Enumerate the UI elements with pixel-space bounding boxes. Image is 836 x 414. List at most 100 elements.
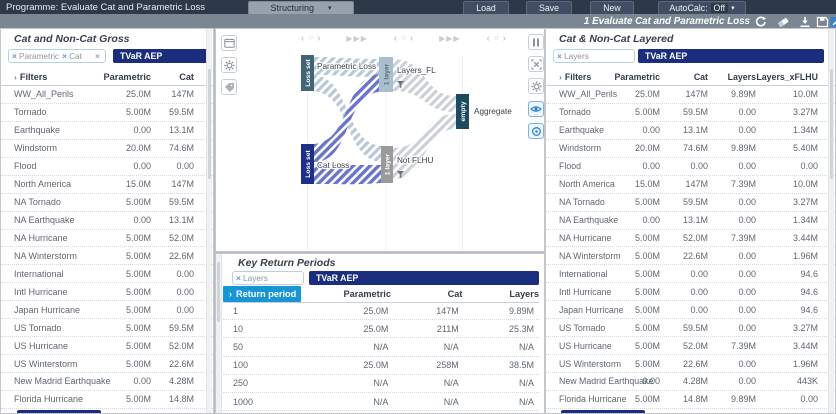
table-row[interactable]: NA Winterstorm 5.00M 22.6M <box>1 247 213 265</box>
table-row[interactable]: Windstorm 20.0M 74.6M <box>1 140 213 158</box>
vertical-scrollbar[interactable] <box>216 254 222 413</box>
partial-next-measure-header <box>17 410 101 414</box>
download-icon[interactable] <box>798 15 812 27</box>
autocalc-toggle[interactable]: AutoCalc: Off ▾ <box>658 1 746 15</box>
chip-layers[interactable]: × Layers <box>236 273 268 283</box>
chip-remove-icon[interactable]: × <box>12 51 17 61</box>
row-label: US Hurricane <box>546 341 593 351</box>
chip-remove-icon[interactable]: × <box>62 51 67 61</box>
table-row[interactable]: NA Hurricane 5.00M 52.0M <box>1 230 213 248</box>
table-row[interactable]: NA Earthquake 0.00 13.1M 0.00 1.34M <box>546 212 835 230</box>
row-value-parametric: 5.00M <box>71 251 151 261</box>
row-label: Flood <box>1 161 71 171</box>
table-row[interactable]: WW_All_Perils 25.0M 147M <box>1 86 213 104</box>
row-value-layers: N/A <box>459 342 534 352</box>
row-label: Tornado <box>546 107 593 117</box>
filter-chipbox[interactable]: × Parametric × Cat × <box>8 49 106 63</box>
table-row[interactable]: 10 25.0M 211M 25.3M <box>223 320 539 338</box>
measure-header[interactable]: TVaR AEP <box>113 49 208 63</box>
column-header-cat[interactable]: Cat <box>151 72 194 82</box>
table-row[interactable]: New Madrid Earthquake 0.00 4.28M 0.00 44… <box>546 373 835 391</box>
save-button[interactable]: Save <box>526 1 572 15</box>
filters-header[interactable]: ›Filters <box>1 72 71 82</box>
new-button[interactable]: New <box>590 1 634 15</box>
table-row[interactable]: US Hurricane 5.00M 52.0M <box>1 337 213 355</box>
row-label: US Winterstorm <box>1 359 71 369</box>
table-row[interactable]: 100 25.0M 258M 38.5M <box>223 357 539 375</box>
row-value-layers: 0.00 <box>708 161 756 171</box>
autocalc-value: Off <box>711 3 729 13</box>
chip-remove-icon[interactable]: × <box>236 273 241 283</box>
table-row[interactable]: Flood 0.00 0.00 0.00 0.00 <box>546 158 835 176</box>
measure-header[interactable]: TVaR AEP <box>309 271 539 285</box>
row-label: New Madrid Earthquake <box>546 376 593 386</box>
table-row[interactable]: NA Earthquake 0.00 13.1M <box>1 212 213 230</box>
filter-chipbox[interactable]: × Layers <box>232 271 304 285</box>
column-header-parametric[interactable]: Parametric <box>301 289 391 299</box>
table-row[interactable]: Japan Hurricane 5.00M 0.00 0.00 94.6 <box>546 301 835 319</box>
table-row[interactable]: New Madrid Earthquake 0.00 4.28M <box>1 373 213 391</box>
table-row[interactable]: NA Hurricane 5.00M 52.0M 7.39M 3.44M <box>546 230 835 248</box>
table-row[interactable]: 250 N/A N/A N/A <box>223 375 539 393</box>
table-row[interactable]: US Tornado 5.00M 59.5M 0.00 3.27M <box>546 319 835 337</box>
row-value-cat: 4.28M <box>151 376 194 386</box>
filters-header[interactable]: ›Filters <box>546 72 593 82</box>
table-row[interactable]: Tornado 5.00M 59.5M <box>1 104 213 122</box>
vertical-scrollbar[interactable] <box>828 29 834 413</box>
chips-clear-icon[interactable]: × <box>93 51 102 61</box>
column-header-cat[interactable]: Cat <box>391 289 463 299</box>
column-header-layers[interactable]: Layers <box>708 72 756 82</box>
measure-header[interactable]: TVaR AEP <box>638 49 824 63</box>
table-row[interactable]: Earthquake 0.00 13.1M <box>1 122 213 140</box>
row-value-parametric: 5.00M <box>71 233 151 243</box>
table-row[interactable]: International 5.00M 0.00 0.00 94.6 <box>546 265 835 283</box>
table-row[interactable]: NA Tornado 5.00M 59.5M 0.00 3.27M <box>546 194 835 212</box>
chip-parametric[interactable]: × Parametric <box>12 51 59 61</box>
chip-layers[interactable]: × Layers <box>557 51 589 61</box>
refresh-icon[interactable] <box>754 15 768 27</box>
table-row[interactable]: North America 15.0M 147M <box>1 176 213 194</box>
filter-chipbox[interactable]: × Layers <box>553 49 635 63</box>
table-row[interactable]: North America 15.0M 147M 7.39M 10.0M <box>546 176 835 194</box>
column-header-parametric[interactable]: Parametric <box>593 72 660 82</box>
table-row[interactable]: NA Winterstorm 5.00M 22.6M 0.00 1.96M <box>546 247 835 265</box>
eraser-icon[interactable] <box>776 15 790 27</box>
table-row[interactable]: 1000 N/A N/A N/A <box>223 393 539 411</box>
table-row[interactable]: US Winterstorm 5.00M 22.6M <box>1 355 213 373</box>
table-row[interactable]: International 5.00M 0.00 <box>1 265 213 283</box>
table-row[interactable]: 50 N/A N/A N/A <box>223 338 539 356</box>
table-row[interactable]: US Tornado 5.00M 59.5M <box>1 319 213 337</box>
vertical-scrollbar[interactable] <box>206 29 212 413</box>
row-value-parametric: 25.0M <box>299 306 388 316</box>
table-row[interactable]: Flood 0.00 0.00 <box>1 158 213 176</box>
column-header-cat[interactable]: Cat <box>660 72 708 82</box>
row-label: Japan Hurricane <box>1 305 71 315</box>
row-value-cat: 0.00 <box>660 161 708 171</box>
column-header-layers-xflhu[interactable]: Layers_xFLHU <box>756 72 818 82</box>
table-row[interactable]: Earthquake 0.00 13.1M 0.00 1.34M <box>546 122 835 140</box>
edit-icon[interactable] <box>829 15 836 27</box>
column-header-parametric[interactable]: Parametric <box>71 72 151 82</box>
table-row[interactable]: 1 25.0M 147M 9.89M <box>223 302 539 320</box>
table-row[interactable]: Japan Hurricane 5.00M 0.00 <box>1 301 213 319</box>
structuring-dropdown[interactable]: Structuring ▾ <box>248 1 354 15</box>
table-row[interactable]: Intl Hurricane 5.00M 0.00 0.00 94.6 <box>546 283 835 301</box>
return-period-header[interactable]: › Return period <box>223 286 301 302</box>
table-row[interactable]: US Winterstorm 5.00M 22.6M 0.00 1.96M <box>546 355 835 373</box>
load-button[interactable]: Load <box>463 1 509 15</box>
table-row[interactable]: Intl Hurricane 5.00M 0.00 <box>1 283 213 301</box>
chip-cat[interactable]: × Cat <box>62 51 82 61</box>
table-row[interactable]: Tornado 5.00M 59.5M 0.00 3.27M <box>546 104 835 122</box>
chip-remove-icon[interactable]: × <box>557 51 562 61</box>
table-row[interactable]: Windstorm 20.0M 74.6M 9.89M 5.40M <box>546 140 835 158</box>
table-row[interactable]: Florida Hurricane 5.00M 14.8M 9.89M 0.00 <box>546 391 835 409</box>
column-header-layers[interactable]: Layers <box>462 289 539 299</box>
row-value-parametric: 0.00 <box>71 215 151 225</box>
table-row[interactable]: Florida Hurricane 5.00M 14.8M <box>1 391 213 409</box>
flow-notflhu-to-aggregate[interactable] <box>393 114 456 179</box>
table-row[interactable]: WW_All_Perils 25.0M 147M 9.89M 10.0M <box>546 86 835 104</box>
row-label: International <box>1 269 71 279</box>
table-row[interactable]: US Hurricane 5.00M 52.0M 7.39M 3.44M <box>546 337 835 355</box>
save-file-icon[interactable] <box>816 15 830 27</box>
table-row[interactable]: NA Tornado 5.00M 59.5M <box>1 194 213 212</box>
